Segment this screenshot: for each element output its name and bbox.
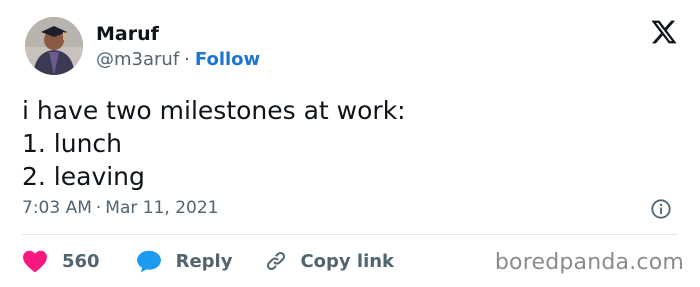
separator-dot: · [95, 198, 102, 218]
copy-link-label: Copy link [300, 250, 395, 272]
follow-link[interactable]: Follow [195, 49, 260, 70]
author-handle[interactable]: @m3aruf [96, 49, 179, 70]
speech-bubble-icon [136, 250, 161, 273]
x-logo-icon[interactable] [650, 18, 678, 46]
tweet-time[interactable]: 7:03 AM [22, 198, 92, 218]
copy-link-button[interactable]: Copy link [264, 249, 394, 273]
tweet-line: 1. lunch [22, 129, 123, 158]
tweet-line: i have two milestones at work: [22, 96, 406, 125]
action-bar: 560 Reply Copy link [22, 247, 394, 275]
author-name[interactable]: Maruf [96, 23, 159, 45]
tweet-line: 2. leaving [22, 162, 145, 191]
heart-icon [23, 250, 47, 273]
avatar[interactable] [25, 17, 83, 75]
link-icon [267, 251, 286, 271]
watermark: boredpanda.com [494, 250, 684, 275]
info-icon[interactable] [650, 198, 672, 220]
reply-button[interactable]: Reply [136, 249, 233, 273]
tweet-text: i have two milestones at work: 1. lunch … [22, 94, 406, 193]
divider [22, 234, 678, 235]
separator-dot: · [184, 49, 190, 70]
handle-row: @m3aruf · Follow [96, 49, 260, 70]
tweet-timestamp[interactable]: 7:03 AM · Mar 11, 2021 [22, 198, 218, 218]
like-button[interactable]: 560 [22, 249, 100, 273]
reply-label: Reply [175, 250, 233, 272]
tweet-date[interactable]: Mar 11, 2021 [105, 198, 218, 218]
like-count: 560 [62, 250, 100, 272]
